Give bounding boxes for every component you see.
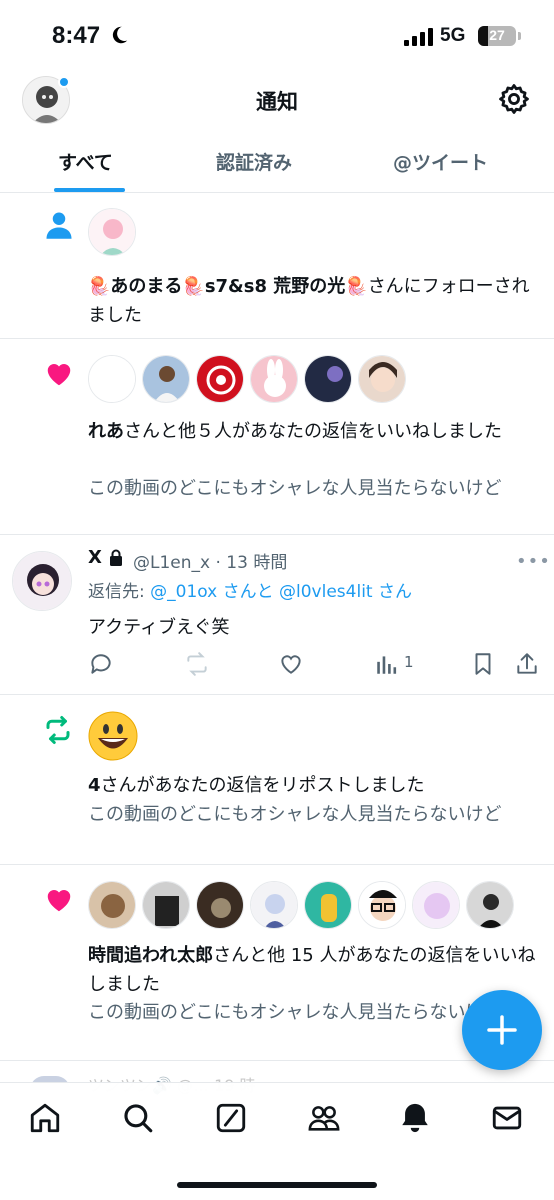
battery-cap (518, 32, 521, 40)
liker-avatar[interactable] (250, 355, 298, 403)
liker-avatar[interactable] (358, 881, 406, 929)
actor-name[interactable]: 4 (88, 775, 101, 796)
actor-name[interactable]: 🪼あのまる🪼s7&s8 荒野の光🪼 (88, 276, 368, 297)
active-tab-indicator (54, 188, 125, 192)
tab-all[interactable]: すべて (58, 148, 113, 175)
tab-bar: すべて 認証済み @ツイート (0, 138, 554, 193)
liker-avatar[interactable] (250, 881, 298, 929)
notification-message: さんがあなたの返信をリポストしました (100, 775, 425, 796)
quoted-reply: この動画のどこにもオシャレな人見当たらないけど (88, 478, 502, 499)
quoted-reply: この動画のどこにもオシャレな人見当たらないけど (88, 804, 502, 825)
follower-avatar[interactable] (88, 208, 136, 256)
author-handle-time[interactable]: @L1en_x · 13 時間 (133, 548, 287, 573)
person-icon (46, 212, 72, 239)
gear-icon[interactable] (497, 82, 531, 116)
messages-icon[interactable] (490, 1101, 524, 1135)
heart-icon (47, 364, 71, 386)
liker-avatar[interactable] (358, 355, 406, 403)
liker-avatar[interactable] (304, 881, 352, 929)
views-count: 1 (404, 653, 414, 671)
communities-icon[interactable] (307, 1101, 341, 1135)
search-icon[interactable] (121, 1101, 155, 1135)
liker-avatar[interactable] (196, 881, 244, 929)
tweet-text: アクティブえぐ笑 (88, 617, 230, 638)
tweet[interactable]: X @L1en_x · 13 時間 ••• 返信先: @_01ox さんと @l… (0, 535, 554, 695)
page-title: 通知 (256, 90, 298, 114)
moon-icon (112, 26, 128, 44)
notification-text: れあさんと他５人があなたの返信をいいねしました (88, 417, 536, 446)
bookmark-icon[interactable] (470, 651, 496, 677)
tab-verified[interactable]: 認証済み (216, 148, 292, 175)
notification-message: さんと他５人があなたの返信をいいねしました (124, 421, 502, 442)
repost-icon (46, 716, 70, 744)
actor-name[interactable]: 時間追われ太郎 (88, 945, 213, 966)
status-time: 8:47 (52, 22, 101, 49)
notification-text: 🪼あのまる🪼s7&s8 荒野の光🪼さんにフォローされました (88, 272, 536, 330)
notification-like[interactable]: れあさんと他５人があなたの返信をいいねしました この動画のどこにもオシャレな人見… (0, 339, 554, 535)
notification-follow[interactable]: 🪼あのまる🪼s7&s8 荒野の光🪼さんにフォローされました (0, 194, 554, 339)
header: 通知 (0, 70, 554, 130)
signal-icon (404, 28, 433, 46)
reply-context: 返信先: @_01ox さんと @l0vles4lit さん (88, 577, 412, 602)
notification-text: 4さんがあなたの返信をリポストしました (88, 771, 536, 800)
lock-icon (110, 549, 122, 566)
liker-avatar[interactable] (88, 881, 136, 929)
like-icon[interactable] (278, 651, 304, 677)
battery-level: 27 (489, 27, 505, 43)
status-bar: 8:47 5G 27 (0, 0, 554, 70)
liker-avatar[interactable] (196, 355, 244, 403)
reposter-avatar[interactable] (88, 711, 138, 761)
liker-avatar[interactable] (88, 355, 136, 403)
network-label: 5G (440, 25, 466, 46)
battery-icon: 27 (478, 26, 516, 46)
tab-mentions[interactable]: @ツイート (393, 148, 488, 175)
reply-mentions[interactable]: @_01ox さんと @l0vles4lit さん (150, 582, 412, 602)
more-options-icon[interactable]: ••• (516, 551, 551, 572)
home-indicator (177, 1182, 377, 1188)
actor-name[interactable]: れあ (88, 421, 124, 442)
notification-text: 時間追われ太郎さんと他 15 人があなたの返信をいいねしました (88, 941, 536, 999)
share-icon[interactable] (514, 651, 540, 677)
author-avatar[interactable] (12, 551, 72, 611)
author-name[interactable]: X (88, 547, 102, 568)
home-icon[interactable] (28, 1101, 62, 1135)
repost-icon[interactable] (184, 651, 210, 677)
liker-avatar[interactable] (142, 355, 190, 403)
liker-avatar[interactable] (466, 881, 514, 929)
liker-avatar[interactable] (304, 355, 352, 403)
heart-icon (47, 890, 71, 912)
reply-icon[interactable] (88, 651, 114, 677)
reply-prefix: 返信先: (88, 582, 151, 602)
notification-repost[interactable]: 4さんがあなたの返信をリポストしました この動画のどこにもオシャレな人見当たらな… (0, 695, 554, 865)
grok-icon[interactable] (214, 1101, 248, 1135)
notifications-icon[interactable] (398, 1101, 432, 1135)
compose-button[interactable] (462, 990, 542, 1070)
views-icon[interactable] (374, 651, 400, 677)
liker-avatar[interactable] (142, 881, 190, 929)
liker-avatar[interactable] (412, 881, 460, 929)
plus-icon (487, 1015, 517, 1045)
